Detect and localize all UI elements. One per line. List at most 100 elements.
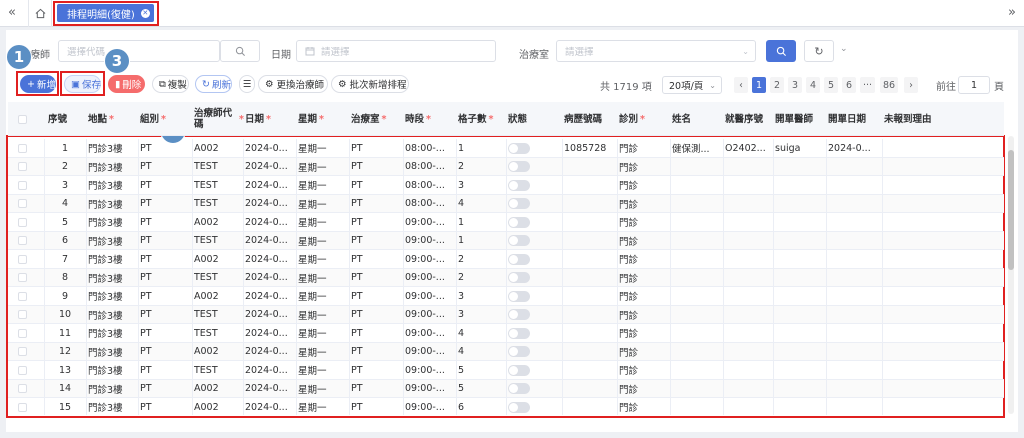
row-checkbox[interactable] <box>18 213 27 231</box>
row-checkbox[interactable] <box>18 306 27 324</box>
cell-name[interactable] <box>672 343 724 361</box>
status-toggle[interactable] <box>508 398 562 415</box>
cell-time-slot[interactable]: 09:00-... <box>405 343 457 361</box>
cell-location[interactable]: 門診3樓 <box>88 343 138 361</box>
status-toggle[interactable] <box>508 269 562 287</box>
cell-weekday[interactable]: 星期一 <box>298 139 350 157</box>
chevrons-left-icon[interactable]: « <box>8 5 16 20</box>
cell-group[interactable]: PT <box>140 361 192 379</box>
status-toggle[interactable] <box>508 306 562 324</box>
cell-order-date[interactable] <box>828 324 882 342</box>
cell-ordering-doctor[interactable] <box>775 158 827 176</box>
cell-group[interactable]: PT <box>140 380 192 398</box>
cell-weekday[interactable]: 星期一 <box>298 269 350 287</box>
row-checkbox[interactable] <box>18 158 27 176</box>
cell-name[interactable] <box>672 380 724 398</box>
column-header-date[interactable]: 日期 * <box>245 102 297 136</box>
cell-chart-number[interactable] <box>564 287 618 305</box>
cell-clinic-type[interactable]: 門診 <box>619 306 671 324</box>
cell-order-date[interactable] <box>828 269 882 287</box>
cell-time-slot[interactable]: 09:00-... <box>405 287 457 305</box>
status-toggle[interactable] <box>508 158 562 176</box>
column-header-therapist-code[interactable]: 治療師代碼 * <box>194 102 244 136</box>
cell-chart-number[interactable] <box>564 361 618 379</box>
status-toggle[interactable] <box>508 324 562 342</box>
cell-name[interactable] <box>672 287 724 305</box>
cell-no-show-reason[interactable] <box>884 158 984 176</box>
cell-visit-number[interactable] <box>725 343 773 361</box>
cell-date[interactable]: 2024-0... <box>245 158 297 176</box>
cell-slot-count[interactable]: 4 <box>458 195 506 213</box>
cell-no-show-reason[interactable] <box>884 232 984 250</box>
cell-visit-number[interactable] <box>725 213 773 231</box>
cell-visit-number[interactable] <box>725 250 773 268</box>
cell-name[interactable] <box>672 232 724 250</box>
cell-therapist-code[interactable]: A002 <box>194 213 244 231</box>
page-button-86[interactable]: 86 <box>880 77 899 93</box>
cell-chart-number[interactable] <box>564 195 618 213</box>
change-therapist-button[interactable]: ⚙ 更換治療師 <box>258 75 328 93</box>
cell-date[interactable]: 2024-0... <box>245 287 297 305</box>
cell-visit-number[interactable] <box>725 232 773 250</box>
cell-slot-count[interactable]: 5 <box>458 361 506 379</box>
cell-order-date[interactable] <box>828 158 882 176</box>
row-checkbox[interactable] <box>18 398 27 415</box>
cell-name[interactable] <box>672 158 724 176</box>
cell-time-slot[interactable]: 09:00-... <box>405 250 457 268</box>
status-toggle[interactable] <box>508 195 562 213</box>
cell-order-date[interactable] <box>828 232 882 250</box>
cell-slot-count[interactable]: 3 <box>458 287 506 305</box>
cell-seq[interactable]: 10 <box>48 306 82 324</box>
cell-visit-number[interactable] <box>725 195 773 213</box>
cell-room[interactable]: PT <box>351 361 403 379</box>
cell-name[interactable] <box>672 398 724 415</box>
cell-seq[interactable]: 9 <box>48 287 82 305</box>
cell-no-show-reason[interactable] <box>884 139 984 157</box>
cell-name[interactable] <box>672 176 724 194</box>
cell-clinic-type[interactable]: 門診 <box>619 287 671 305</box>
cell-visit-number[interactable] <box>725 380 773 398</box>
cell-clinic-type[interactable]: 門診 <box>619 380 671 398</box>
page-button-1[interactable]: 1 <box>752 77 766 93</box>
cell-weekday[interactable]: 星期一 <box>298 343 350 361</box>
cell-weekday[interactable]: 星期一 <box>298 213 350 231</box>
row-checkbox[interactable] <box>18 139 27 157</box>
cell-seq[interactable]: 13 <box>48 361 82 379</box>
cell-no-show-reason[interactable] <box>884 380 984 398</box>
cell-weekday[interactable]: 星期一 <box>298 324 350 342</box>
page-button-6[interactable]: 6 <box>842 77 856 93</box>
column-header-time-slot[interactable]: 時段 * <box>405 102 457 136</box>
cell-location[interactable]: 門診3樓 <box>88 324 138 342</box>
cell-clinic-type[interactable]: 門診 <box>619 176 671 194</box>
status-toggle[interactable] <box>508 380 562 398</box>
cell-chart-number[interactable]: 1085728 <box>564 139 618 157</box>
cell-ordering-doctor[interactable] <box>775 232 827 250</box>
cell-no-show-reason[interactable] <box>884 250 984 268</box>
cell-group[interactable]: PT <box>140 195 192 213</box>
cell-group[interactable]: PT <box>140 343 192 361</box>
cell-time-slot[interactable]: 08:00-... <box>405 176 457 194</box>
search-button[interactable] <box>766 40 796 62</box>
cell-therapist-code[interactable]: TEST <box>194 232 244 250</box>
cell-chart-number[interactable] <box>564 343 618 361</box>
cell-no-show-reason[interactable] <box>884 195 984 213</box>
cell-seq[interactable]: 11 <box>48 324 82 342</box>
cell-visit-number[interactable] <box>725 176 773 194</box>
cell-chart-number[interactable] <box>564 306 618 324</box>
cell-seq[interactable]: 6 <box>48 232 82 250</box>
refresh-button[interactable]: ↻ 刷新 <box>195 75 232 93</box>
cell-chart-number[interactable] <box>564 380 618 398</box>
cell-ordering-doctor[interactable] <box>775 343 827 361</box>
cell-slot-count[interactable]: 6 <box>458 398 506 415</box>
page-button-2[interactable]: 2 <box>770 77 784 93</box>
status-toggle[interactable] <box>508 213 562 231</box>
cell-group[interactable]: PT <box>140 176 192 194</box>
cell-seq[interactable]: 1 <box>48 139 82 157</box>
cell-location[interactable]: 門診3樓 <box>88 195 138 213</box>
cell-date[interactable]: 2024-0... <box>245 250 297 268</box>
therapist-search-button[interactable] <box>220 40 260 62</box>
reset-button[interactable]: ↻ <box>804 40 834 62</box>
cell-order-date[interactable] <box>828 343 882 361</box>
cell-therapist-code[interactable]: A002 <box>194 398 244 415</box>
cell-clinic-type[interactable]: 門診 <box>619 213 671 231</box>
